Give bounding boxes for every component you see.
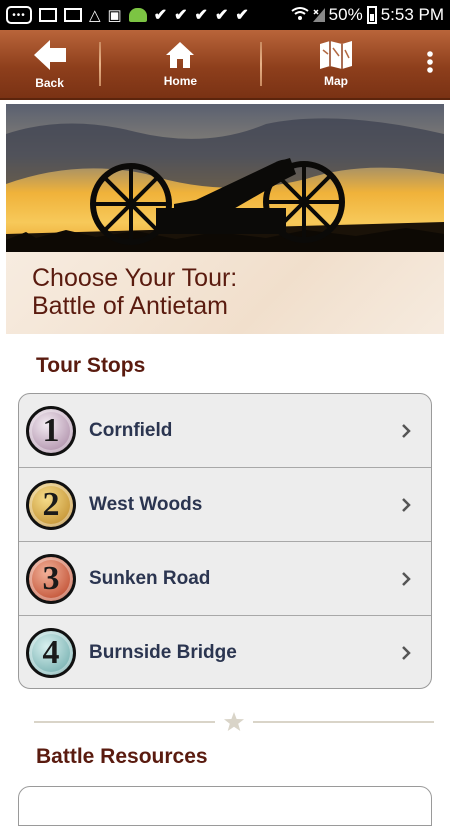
check-icon: ✔ (235, 7, 249, 24)
chevron-right-icon (391, 571, 421, 587)
chevron-right-icon (391, 423, 421, 439)
drive-icon: △ (89, 6, 101, 24)
wifi-icon (291, 6, 309, 25)
back-arrow-icon (33, 40, 66, 70)
check-icon: ✔ (174, 7, 188, 24)
messages-icon: ••• (6, 6, 32, 24)
gmail-icon (39, 8, 57, 22)
cannon-silhouette-image (6, 104, 444, 252)
stop-number-badge: 3 (26, 553, 76, 604)
mail-icon (64, 8, 82, 22)
home-label: Home (163, 74, 198, 88)
divider-line (253, 721, 434, 723)
stop-number: 3 (42, 559, 60, 597)
image-icon: ▣ (107, 6, 122, 24)
stop-number: 4 (42, 634, 60, 671)
clock: 5:53 PM (380, 5, 444, 24)
signal-icon (312, 6, 325, 25)
map-button[interactable]: Map (262, 30, 411, 98)
status-bar: ••• △ ▣ ✔ ✔ ✔ ✔ ✔ 50% 5:53 PM (0, 0, 450, 30)
divider-line (34, 721, 215, 723)
check-icon: ✔ (194, 7, 208, 24)
stop-number: 1 (42, 411, 60, 449)
stop-label: Cornfield (89, 419, 173, 441)
tour-title-line1: Choose Your Tour: (32, 264, 238, 292)
overflow-menu-button[interactable] (410, 30, 450, 98)
battery-icon (366, 6, 377, 24)
star-icon (215, 711, 253, 733)
tour-stops-list: 1 Cornfield 2 West Woods 3 Sunken Road 4… (18, 393, 432, 689)
stop-number-badge: 4 (26, 628, 76, 678)
stop-number-badge: 1 (26, 405, 76, 456)
more-vertical-icon (427, 51, 433, 73)
home-button[interactable]: Home (101, 30, 260, 98)
stop-label: West Woods (89, 493, 203, 515)
battle-resources-heading: Battle Resources (36, 745, 208, 768)
map-label: Map (324, 74, 349, 88)
toolbar: Back Home Map (0, 30, 450, 100)
system-icons: 50% 5:53 PM (291, 5, 444, 25)
home-icon (166, 42, 195, 68)
tour-stop-sunken-road[interactable]: 3 Sunken Road (19, 542, 431, 616)
chevron-right-icon (391, 497, 421, 513)
check-icon: ✔ (214, 7, 229, 24)
tour-title: Choose Your Tour: Battle of Antietam (6, 252, 444, 334)
tour-title-line2: Battle of Antietam (32, 292, 228, 320)
stop-number: 2 (42, 485, 60, 523)
tour-stop-west-woods[interactable]: 2 West Woods (19, 468, 431, 542)
tour-stop-cornfield[interactable]: 1 Cornfield (19, 394, 431, 468)
android-icon (128, 8, 147, 22)
hero-banner: Choose Your Tour: Battle of Antietam (6, 104, 444, 334)
back-button[interactable]: Back (0, 30, 99, 98)
back-label: Back (35, 76, 64, 90)
tour-stop-burnside-bridge[interactable]: 4 Burnside Bridge (19, 616, 431, 688)
stop-label: Sunken Road (89, 567, 211, 589)
map-icon (320, 41, 353, 69)
notification-icons: ••• △ ▣ ✔ ✔ ✔ ✔ ✔ (6, 5, 249, 25)
chevron-right-icon (391, 645, 421, 661)
battery-percent: 50% (328, 5, 363, 24)
section-divider (34, 710, 434, 734)
tour-stops-heading: Tour Stops (36, 354, 146, 377)
stop-number-badge: 2 (26, 479, 76, 530)
battle-resources-list (18, 786, 432, 826)
check-icon: ✔ (153, 7, 168, 24)
stop-label: Burnside Bridge (89, 642, 237, 663)
